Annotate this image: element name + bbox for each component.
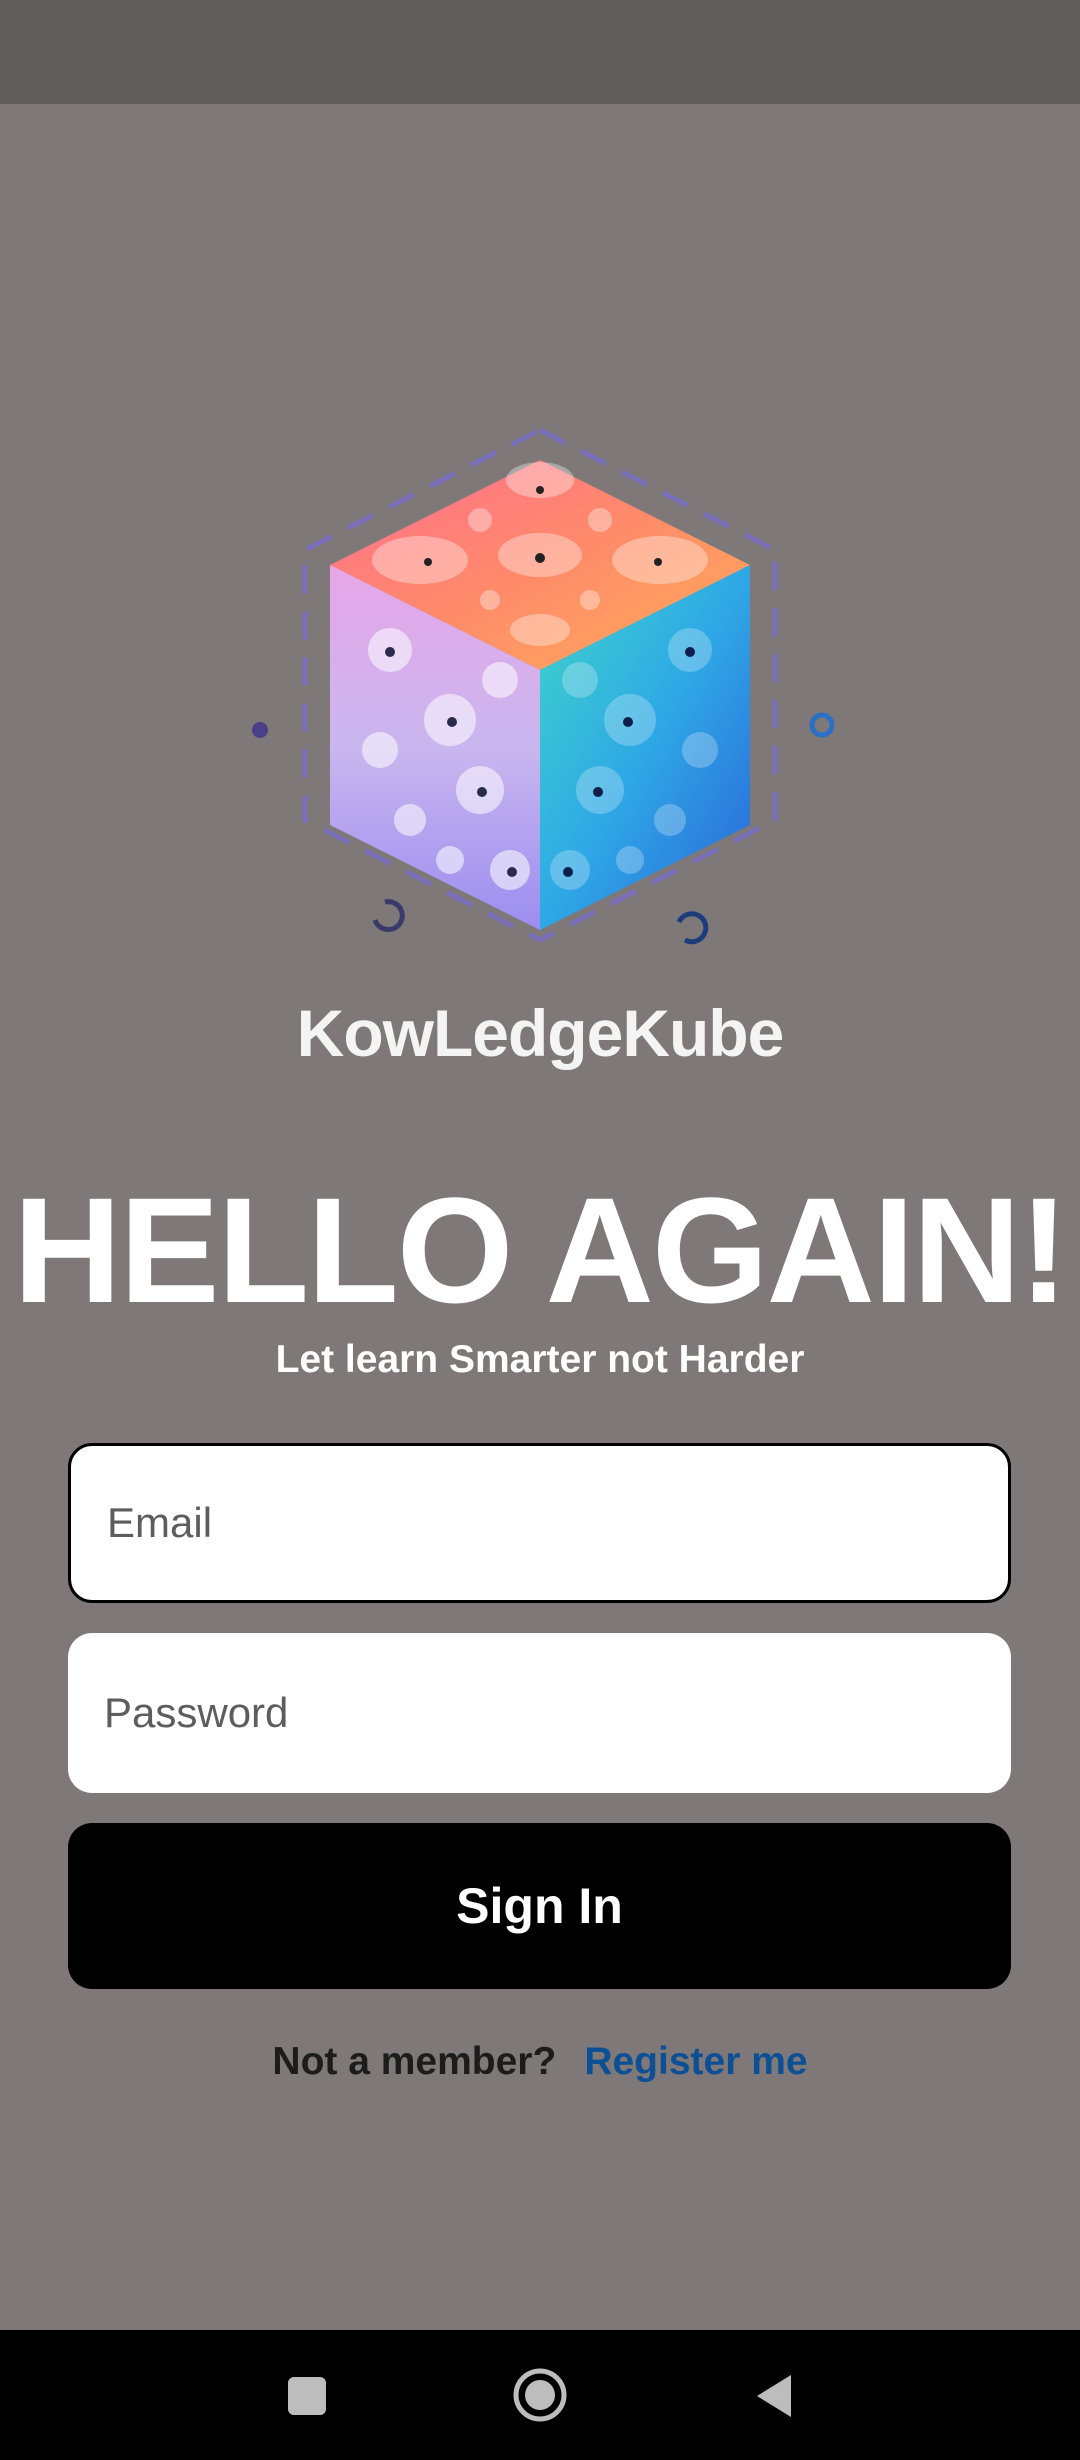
- register-link[interactable]: Register me: [584, 2040, 807, 2083]
- password-field[interactable]: [68, 1633, 1011, 1793]
- cube-logo-icon: [240, 330, 840, 1010]
- register-prompt: Not a member? Register me: [0, 2040, 1080, 2084]
- not-member-text: Not a member?: [272, 2040, 557, 2083]
- email-field[interactable]: [68, 1443, 1011, 1603]
- page-subtitle: Let learn Smarter not Harder: [275, 1338, 805, 1381]
- password-input[interactable]: [102, 1688, 966, 1738]
- square-icon[interactable]: [278, 2365, 338, 2425]
- circle-home-icon[interactable]: [510, 2365, 570, 2425]
- sign-in-button[interactable]: Sign In: [68, 1823, 1011, 1989]
- navigation-bar: [0, 2330, 1080, 2460]
- status-bar: [0, 0, 1080, 104]
- email-input[interactable]: [105, 1498, 969, 1548]
- triangle-back-icon[interactable]: [745, 2365, 805, 2425]
- page-title: HELLO AGAIN!: [13, 1166, 1069, 1334]
- brand-name: KowLedgeKube: [296, 996, 785, 1070]
